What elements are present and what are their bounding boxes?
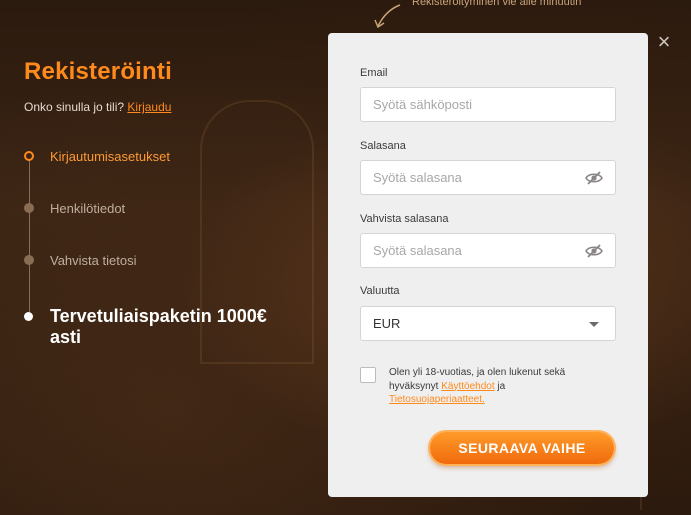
step-label: Vahvista tietosi xyxy=(50,253,137,268)
login-link[interactable]: Kirjaudu xyxy=(127,100,171,114)
currency-select[interactable]: EUR xyxy=(360,306,616,341)
password-field[interactable]: Syötä salasana xyxy=(360,160,616,195)
password-label: Salasana xyxy=(360,140,406,152)
login-prompt: Onko sinulla jo tili? Kirjaudu xyxy=(24,100,171,114)
eye-off-icon[interactable] xyxy=(585,243,603,259)
email-placeholder: Syötä sähköposti xyxy=(373,97,473,112)
password-placeholder: Syötä salasana xyxy=(373,170,462,185)
privacy-policy-link[interactable]: Tietosuojaperiaatteet. xyxy=(389,394,485,405)
step-bonus-dot xyxy=(24,312,33,321)
currency-label: Valuutta xyxy=(360,285,400,297)
eye-off-icon[interactable] xyxy=(585,170,603,186)
terms-text: Olen yli 18-vuotias, ja olen lukenut sek… xyxy=(389,366,609,407)
terms-of-use-link[interactable]: Käyttöehdot xyxy=(441,381,494,392)
login-prompt-text: Onko sinulla jo tili? xyxy=(24,100,125,114)
currency-value: EUR xyxy=(373,316,401,331)
email-label: Email xyxy=(360,67,388,79)
step-dot xyxy=(24,255,34,265)
page-title: Rekisteröinti xyxy=(24,58,172,85)
welcome-bonus-label: Tervetuliaispaketin 1000€ asti xyxy=(50,306,267,347)
next-step-button[interactable]: SEURAAVA VAIHE xyxy=(430,432,614,464)
age-terms-checkbox[interactable] xyxy=(360,367,376,383)
email-field[interactable]: Syötä sähköposti xyxy=(360,87,616,122)
step-label: Kirjautumisasetukset xyxy=(50,149,170,164)
registration-form: Email Syötä sähköposti Salasana Syötä sa… xyxy=(328,33,648,497)
step-label: Henkilötiedot xyxy=(50,201,126,216)
step-active-dot xyxy=(24,151,34,161)
close-icon[interactable]: × xyxy=(654,31,674,53)
arrow-icon xyxy=(374,4,401,29)
confirm-password-label: Vahvista salasana xyxy=(360,213,449,225)
confirm-password-placeholder: Syötä salasana xyxy=(373,243,462,258)
terms-text-middle: ja xyxy=(497,380,506,392)
confirm-password-field[interactable]: Syötä salasana xyxy=(360,233,616,268)
step-dot xyxy=(24,203,34,213)
chevron-down-icon xyxy=(589,322,599,327)
steps-rail xyxy=(29,160,30,312)
registration-hint: Rekisteröityminen vie alle minuutin xyxy=(412,0,582,8)
